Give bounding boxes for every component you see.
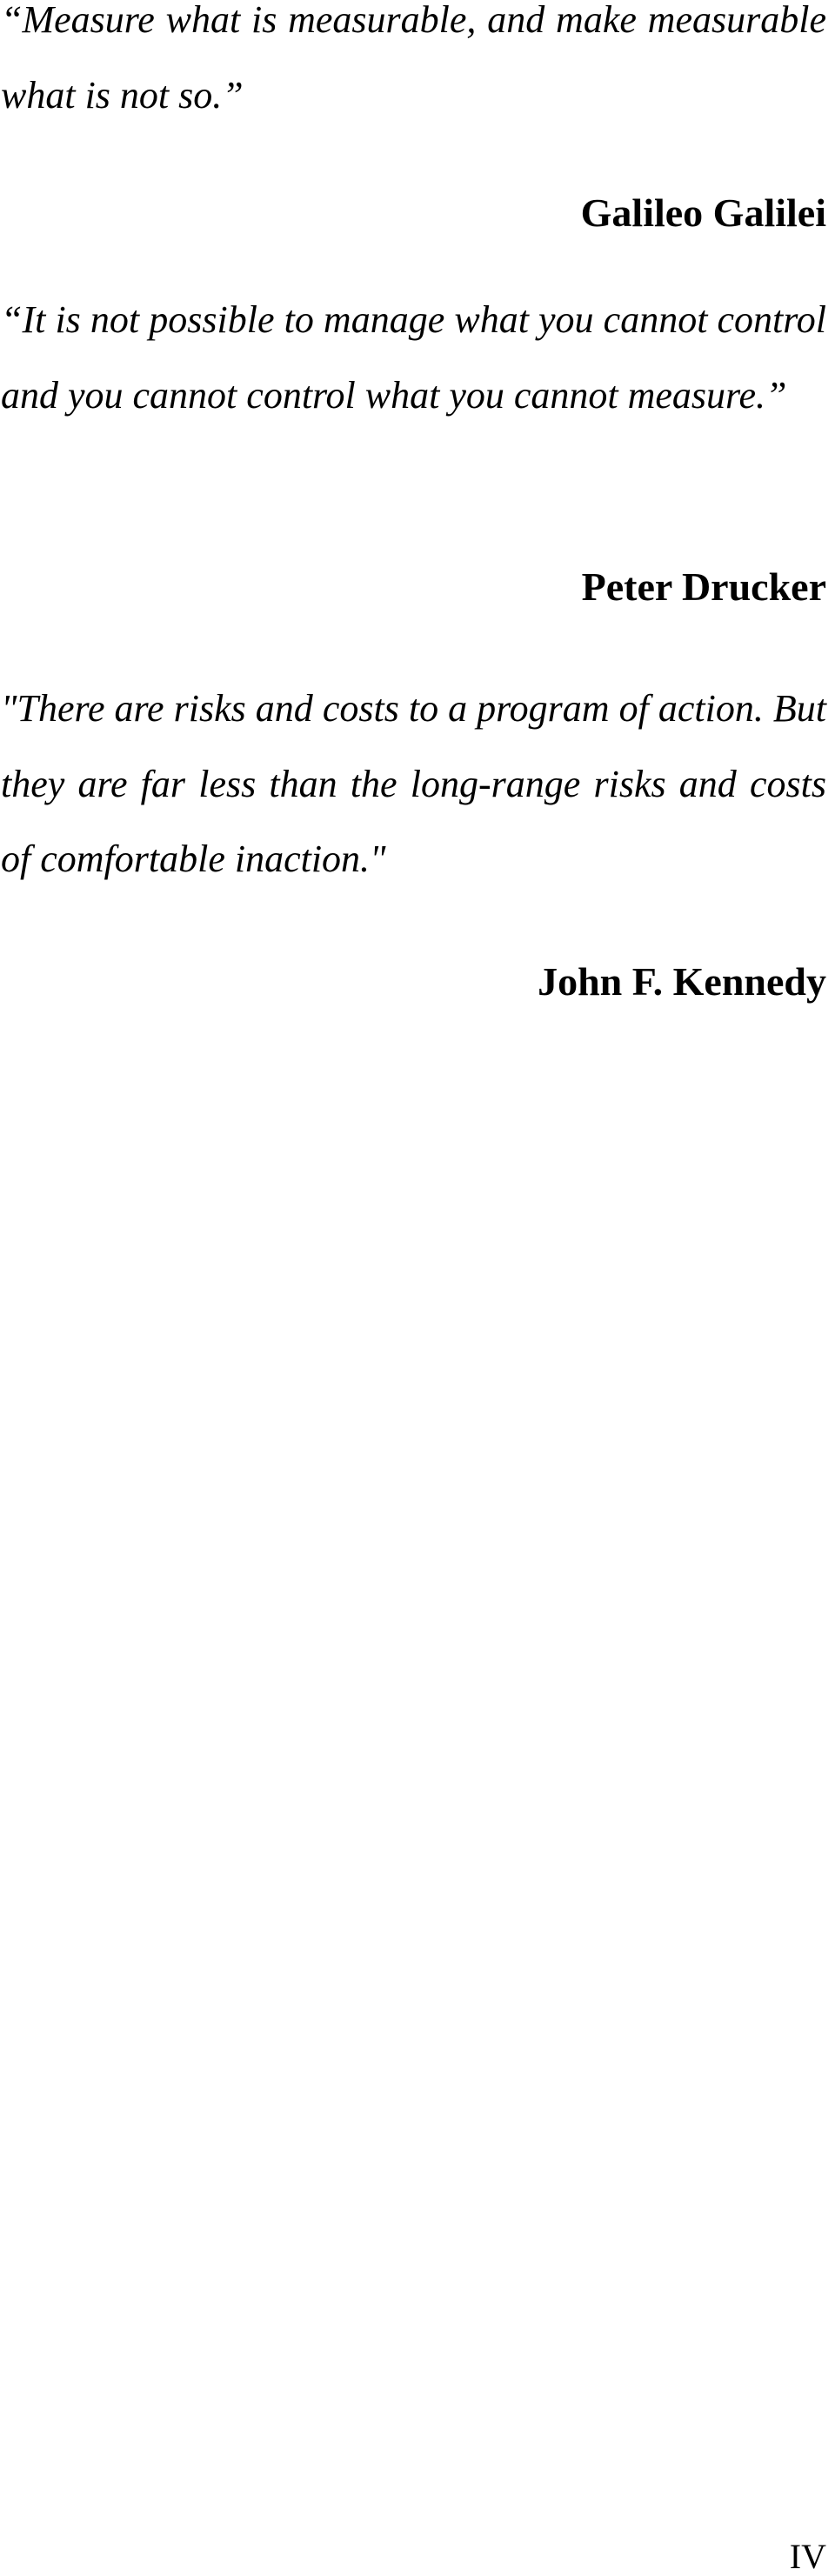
author-galileo: Galileo Galilei <box>580 190 826 235</box>
quote-drucker: “It is not possible to manage what you c… <box>1 298 826 417</box>
quote-kennedy: "There are risks and costs to a program … <box>1 687 826 880</box>
page-number: IV <box>789 2537 826 2576</box>
author-kennedy: John F. Kennedy <box>538 959 826 1004</box>
author-drucker: Peter Drucker <box>581 564 826 609</box>
quote-galileo: “Measure what is measurable, and make me… <box>1 0 826 117</box>
